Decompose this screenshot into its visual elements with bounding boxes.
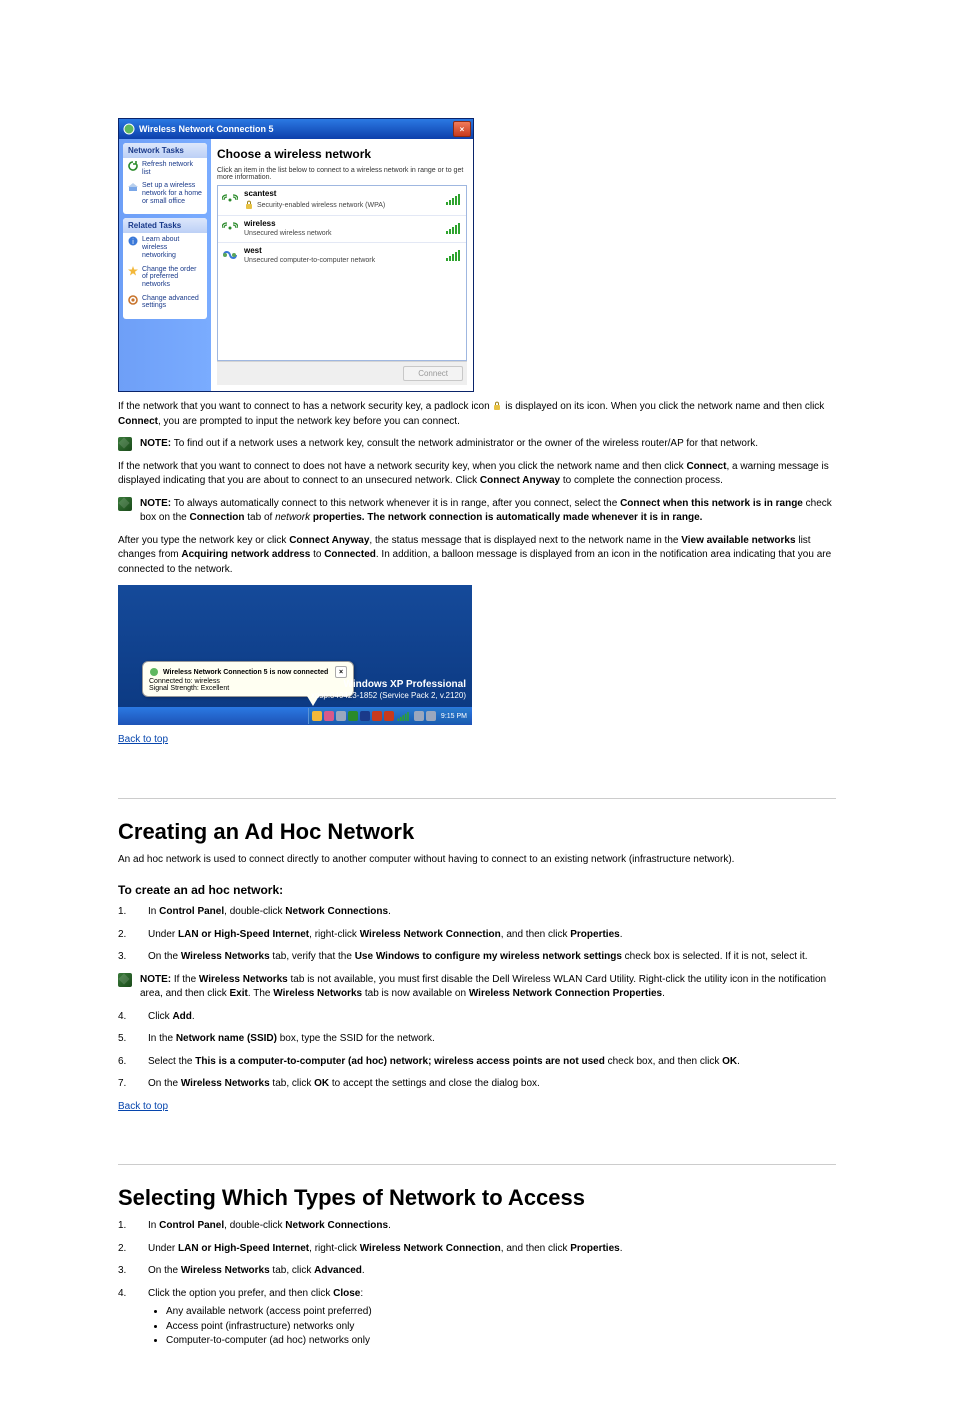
tray-icon[interactable] [372,711,382,721]
padlock-icon [492,401,502,411]
sub-heading: To create an ad hoc network: [118,883,836,897]
step: 3.On the Wireless Networks tab, verify t… [118,950,836,965]
tray-icon[interactable] [324,711,334,721]
task-change-order[interactable]: Change the order of preferred networks [123,263,207,292]
signal-strength-icon [446,250,462,261]
wireless-ap-icon [222,192,238,208]
option-item: Any available network (access point pref… [166,1305,372,1320]
task-refresh-list[interactable]: Refresh network list [123,158,207,179]
dialog-main: Choose a wireless network Click an item … [211,139,473,391]
paragraph: An ad hoc network is used to connect dir… [118,853,836,868]
wireless-ap-icon [222,220,238,236]
network-item[interactable]: scantest Security-enabled wireless netwo… [218,186,466,216]
dialog-titlebar: Wireless Network Connection 5 × [119,119,473,139]
section-heading: Selecting Which Types of Network to Acce… [118,1185,836,1211]
option-item: Computer-to-computer (ad hoc) networks o… [166,1334,372,1349]
signal-strength-icon [446,223,462,234]
step: 2.Under LAN or High-Speed Internet, righ… [118,928,836,943]
note-text: NOTE: To always automatically connect to… [140,497,836,526]
step: 1.In Control Panel, double-click Network… [118,905,836,920]
section-divider [118,798,836,799]
star-icon [128,266,138,276]
taskbar: 9:15 PM [118,707,472,725]
task-learn-wireless[interactable]: i Learn about wireless networking [123,233,207,262]
back-to-top-link[interactable]: Back to top [118,734,168,745]
note-icon [118,973,132,987]
network-list: scantest Security-enabled wireless netwo… [217,185,467,361]
back-to-top-link[interactable]: Back to top [118,1101,168,1112]
xp-wireless-dialog: Wireless Network Connection 5 × Network … [118,118,474,392]
section-heading: Creating an Ad Hoc Network [118,819,836,845]
paragraph: If the network that you want to connect … [118,400,836,429]
signal-strength-icon [446,194,462,205]
system-tray: 9:15 PM [308,708,470,724]
note-icon [118,437,132,451]
tray-icon[interactable] [384,711,394,721]
network-item[interactable]: west Unsecured computer-to-computer netw… [218,243,466,269]
adhoc-network-icon [222,247,238,263]
choose-network-heading: Choose a wireless network [217,147,467,161]
related-tasks-header: Related Tasks [123,218,207,233]
paragraph: After you type the network key or click … [118,534,836,578]
choose-network-hint: Click an item in the list below to conne… [217,167,467,181]
step: 5.In the Network name (SSID) box, type t… [118,1032,836,1047]
step: 4.Click Add. [118,1010,836,1025]
wireless-icon [149,667,159,677]
note-icon [118,497,132,511]
task-setup-network[interactable]: Set up a wireless network for a home or … [123,179,207,208]
tray-icon[interactable] [414,711,424,721]
dialog-footer: Connect [217,361,467,385]
paragraph: If the network that you want to connect … [118,460,836,489]
xp-desktop-screenshot: Wireless Network Connection 5 is now con… [118,585,472,725]
note-text: NOTE: If the Wireless Networks tab is no… [140,973,836,1002]
step: 7.On the Wireless Networks tab, click OK… [118,1077,836,1092]
taskbar-clock: 9:15 PM [441,713,467,720]
desktop-watermark: Windows XP Professional xpsp.040423-1852… [311,679,466,700]
info-icon: i [128,236,138,246]
dialog-sidebar: Network Tasks Refresh network list Set u… [119,139,211,391]
network-tasks-header: Network Tasks [123,143,207,158]
task-advanced-settings[interactable]: Change advanced settings [123,292,207,313]
balloon-close-button[interactable]: × [335,666,347,678]
tray-icon[interactable] [336,711,346,721]
signal-tray-icon[interactable] [398,712,411,721]
tray-icon[interactable] [426,711,436,721]
step: 3.On the Wireless Networks tab, click Ad… [118,1264,836,1279]
tray-icon[interactable] [348,711,358,721]
note-text: NOTE: To find out if a network uses a ne… [140,437,758,452]
tray-icon[interactable] [360,711,370,721]
connect-button[interactable]: Connect [403,366,463,381]
step: 6.Select the This is a computer-to-compu… [118,1055,836,1070]
option-item: Access point (infrastructure) networks o… [166,1320,372,1335]
close-button[interactable]: × [453,121,471,137]
step: 4.Click the option you prefer, and then … [118,1287,836,1353]
tray-icon[interactable] [312,711,322,721]
wireless-app-icon [123,123,135,135]
gear-icon [128,295,138,305]
dialog-title: Wireless Network Connection 5 [139,124,273,134]
section-divider [118,1164,836,1165]
padlock-icon [244,200,254,210]
home-network-icon [128,182,138,192]
network-item[interactable]: wireless Unsecured wireless network [218,216,466,243]
refresh-icon [128,161,138,171]
step: 2.Under LAN or High-Speed Internet, righ… [118,1242,836,1257]
step: 1.In Control Panel, double-click Network… [118,1219,836,1234]
